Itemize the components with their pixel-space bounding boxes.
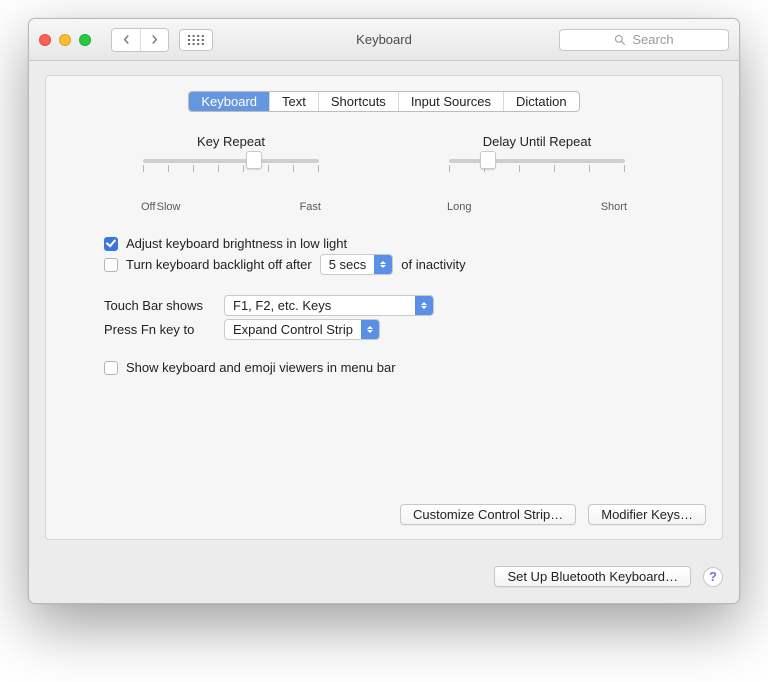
tab-shortcuts[interactable]: Shortcuts [318,92,398,111]
key-repeat-thumb[interactable] [246,151,262,169]
content-area: Keyboard Text Shortcuts Input Sources Di… [29,61,739,556]
backlight-off-label-post: of inactivity [401,257,465,272]
backlight-off-label-pre: Turn keyboard backlight off after [126,257,312,272]
touch-bar-label: Touch Bar shows [104,298,216,313]
key-repeat-block: Key Repeat Off Slow Fast [141,134,321,213]
key-repeat-ticks [143,165,319,172]
stepper-arrows-icon [361,320,379,339]
adjust-brightness-label: Adjust keyboard brightness in low light [126,236,347,251]
traffic-lights [39,34,91,46]
touch-bar-row: Touch Bar shows F1, F2, etc. Keys [64,295,704,316]
fn-key-label: Press Fn key to [104,322,216,337]
key-repeat-slider[interactable] [141,159,321,189]
fn-key-row: Press Fn key to Expand Control Strip [64,319,704,340]
forward-button[interactable] [140,29,168,51]
search-icon [614,34,626,46]
tab-keyboard[interactable]: Keyboard [189,92,269,111]
window-footer: Set Up Bluetooth Keyboard… ? [29,556,739,603]
show-all-button[interactable] [179,29,213,51]
backlight-off-checkbox[interactable] [104,258,118,272]
backlight-off-row: Turn keyboard backlight off after 5 secs… [64,254,704,275]
minimize-window-button[interactable] [59,34,71,46]
preferences-window: Keyboard Search Keyboard Text Shortcuts … [28,18,740,604]
tabbar: Keyboard Text Shortcuts Input Sources Di… [188,91,579,112]
delay-until-repeat-thumb[interactable] [480,151,496,169]
stepper-arrows-icon [415,296,433,315]
delay-until-repeat-title: Delay Until Repeat [447,134,627,149]
touch-bar-select[interactable]: F1, F2, etc. Keys [224,295,434,316]
help-button[interactable]: ? [703,567,723,587]
search-field[interactable]: Search [559,29,729,51]
grid-icon [188,35,204,45]
panel-footer-buttons: Customize Control Strip… Modifier Keys… [400,504,706,525]
search-placeholder: Search [632,32,673,47]
adjust-brightness-checkbox[interactable] [104,237,118,251]
delay-until-repeat-block: Delay Until Repeat Long Short [447,134,627,213]
keyboard-panel: Keyboard Text Shortcuts Input Sources Di… [45,75,723,540]
sliders-row: Key Repeat Off Slow Fast [64,134,704,233]
tab-text[interactable]: Text [269,92,318,111]
delay-until-repeat-slider[interactable] [447,159,627,189]
customize-control-strip-button[interactable]: Customize Control Strip… [400,504,576,525]
show-viewers-checkbox[interactable] [104,361,118,375]
tab-dictation[interactable]: Dictation [503,92,579,111]
setup-bluetooth-keyboard-button[interactable]: Set Up Bluetooth Keyboard… [494,566,691,587]
fn-key-select[interactable]: Expand Control Strip [224,319,380,340]
zoom-window-button[interactable] [79,34,91,46]
tabs: Keyboard Text Shortcuts Input Sources Di… [64,91,704,112]
chevron-left-icon [122,35,131,44]
tab-input-sources[interactable]: Input Sources [398,92,503,111]
show-viewers-label: Show keyboard and emoji viewers in menu … [126,360,396,375]
backlight-off-select[interactable]: 5 secs [320,254,394,275]
key-repeat-title: Key Repeat [141,134,321,149]
nav-back-forward [111,28,169,52]
stepper-arrows-icon [374,255,392,274]
key-repeat-labels: Off Slow Fast [141,201,321,213]
titlebar: Keyboard Search [29,19,739,61]
back-button[interactable] [112,29,140,51]
modifier-keys-button[interactable]: Modifier Keys… [588,504,706,525]
close-window-button[interactable] [39,34,51,46]
adjust-brightness-row: Adjust keyboard brightness in low light [64,236,704,251]
show-viewers-row: Show keyboard and emoji viewers in menu … [64,360,704,375]
delay-labels: Long Short [447,201,627,213]
chevron-right-icon [150,35,159,44]
delay-ticks [449,165,625,172]
